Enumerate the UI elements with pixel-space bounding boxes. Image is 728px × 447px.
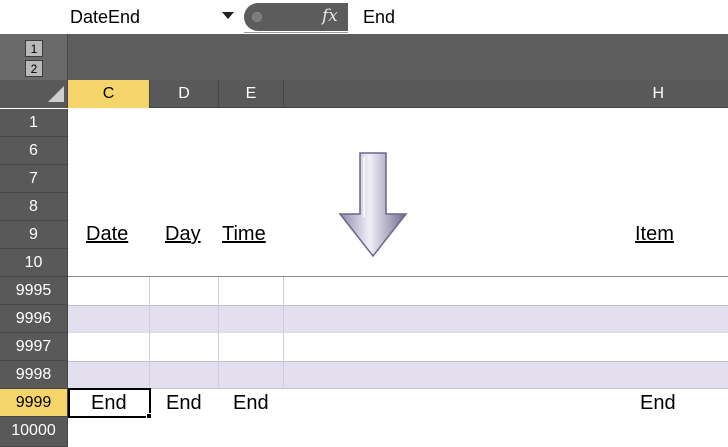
gridline: [149, 277, 150, 389]
name-box-value: DateEnd: [70, 7, 141, 27]
row-header-10[interactable]: 10: [0, 249, 68, 277]
row-header-9[interactable]: 9: [0, 221, 68, 249]
column-header-e[interactable]: E: [219, 80, 284, 108]
outline-level-1-button[interactable]: 1: [25, 40, 43, 57]
row-header-9997[interactable]: 9997: [0, 333, 68, 361]
outline-level-2-button[interactable]: 2: [25, 60, 43, 77]
formula-content: End: [363, 7, 396, 27]
cell-header-date[interactable]: Date: [86, 223, 128, 246]
fx-icon[interactable]: fx: [322, 6, 338, 26]
row-header-10000[interactable]: 10000: [0, 417, 68, 447]
dropdown-arrow-icon[interactable]: [222, 12, 234, 19]
cell-d9999[interactable]: End: [166, 392, 202, 415]
resize-handle-icon[interactable]: [252, 12, 262, 22]
row-header-1[interactable]: 1: [0, 109, 68, 137]
row-header-8[interactable]: 8: [0, 193, 68, 221]
row-header-7[interactable]: 7: [0, 165, 68, 193]
cell-c9999[interactable]: End: [91, 392, 127, 415]
column-header-d[interactable]: D: [150, 80, 219, 108]
down-arrow-icon: [338, 152, 408, 258]
cell-header-time[interactable]: Time: [222, 223, 266, 246]
select-all-icon: [48, 86, 64, 102]
banded-row-9996[interactable]: [68, 305, 728, 333]
cell-header-day[interactable]: Day: [165, 223, 201, 246]
column-header-c[interactable]: C: [68, 80, 150, 108]
outline-group-band: [0, 34, 728, 80]
formula-controls: fx: [244, 3, 348, 31]
row-header-9998[interactable]: 9998: [0, 361, 68, 389]
gridline: [68, 332, 728, 333]
cell-e9999[interactable]: End: [233, 392, 269, 415]
name-box[interactable]: DateEnd: [0, 0, 244, 33]
fill-handle[interactable]: [146, 413, 152, 419]
formula-input[interactable]: End: [348, 0, 728, 33]
cell-header-item[interactable]: Item: [635, 223, 674, 246]
gridline: [283, 277, 284, 389]
row-header-9995[interactable]: 9995: [0, 277, 68, 305]
gridline: [218, 277, 219, 389]
row-header-6[interactable]: 6: [0, 137, 68, 165]
column-header-h[interactable]: H: [284, 80, 728, 108]
row-header-9999[interactable]: 9999: [0, 389, 68, 417]
banded-row-9998[interactable]: [68, 361, 728, 389]
row-header-9996[interactable]: 9996: [0, 305, 68, 333]
cell-h9999[interactable]: End: [640, 392, 676, 415]
header-bottom-border: [68, 276, 728, 277]
